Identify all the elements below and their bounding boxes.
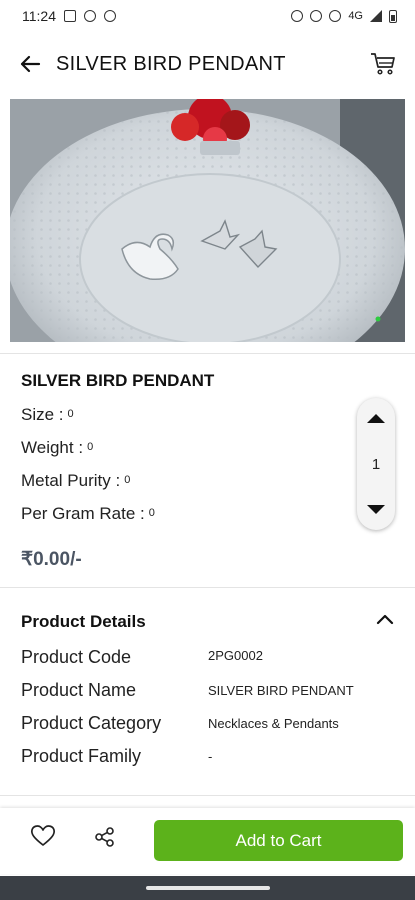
divider xyxy=(0,587,415,588)
divider xyxy=(0,353,415,354)
system-nav-bar xyxy=(0,876,415,900)
signal-icon xyxy=(370,10,382,22)
wishlist-heart-icon[interactable] xyxy=(30,824,56,850)
notification-icon xyxy=(64,10,76,22)
divider xyxy=(0,795,415,796)
product-image[interactable] xyxy=(10,99,405,342)
product-name-label: Product Name xyxy=(21,680,137,700)
quantity-increase-icon[interactable] xyxy=(367,414,385,423)
cart-icon[interactable] xyxy=(369,50,397,78)
alarm-icon xyxy=(291,10,304,22)
product-family-label: Product Family xyxy=(21,746,142,766)
status-time: 11:24 xyxy=(22,8,56,24)
product-family-value: - xyxy=(208,749,213,764)
metal-purity-row: Metal Purity :0 xyxy=(21,471,130,491)
share-icon[interactable] xyxy=(94,826,116,848)
bottom-action-bar: Add to Cart xyxy=(0,808,415,874)
weight-value: 0 xyxy=(87,441,94,453)
product-code-value: 2PG0002 xyxy=(208,648,263,663)
app-bar: SILVER BIRD PENDANT xyxy=(0,32,415,96)
product-name: SILVER BIRD PENDANT xyxy=(21,371,215,390)
quantity-stepper: 1 xyxy=(357,398,395,530)
price: ₹0.00/- xyxy=(21,549,82,570)
data-saver-icon xyxy=(104,10,116,22)
quantity-decrease-icon[interactable] xyxy=(367,505,385,514)
weight-label: Weight : xyxy=(21,438,84,457)
status-left: 11:24 xyxy=(22,8,116,24)
hotspot-icon xyxy=(329,10,342,22)
weight-row: Weight :0 xyxy=(21,438,93,458)
home-gesture-bar[interactable] xyxy=(146,886,270,890)
per-gram-rate-value: 0 xyxy=(148,507,155,519)
product-category-label: Product Category xyxy=(21,713,162,733)
vibrate-icon xyxy=(310,10,323,22)
back-arrow-icon[interactable] xyxy=(18,52,42,76)
product-photo xyxy=(10,99,405,342)
product-details-title: Product Details xyxy=(21,612,146,631)
battery-icon xyxy=(389,9,397,23)
add-to-cart-button[interactable]: Add to Cart xyxy=(154,820,403,861)
network-type: 4G xyxy=(348,10,363,22)
product-code-label: Product Code xyxy=(21,647,132,667)
per-gram-rate-label: Per Gram Rate : xyxy=(21,504,145,523)
per-gram-rate-row: Per Gram Rate :0 xyxy=(21,504,155,524)
page-title: SILVER BIRD PENDANT xyxy=(56,52,286,75)
quantity-value: 1 xyxy=(371,455,381,473)
metal-purity-value: 0 xyxy=(124,474,131,486)
status-right: 4G xyxy=(291,9,397,23)
status-bar: 11:24 4G xyxy=(0,0,415,32)
size-label: Size : xyxy=(21,405,64,424)
chevron-up-icon[interactable] xyxy=(374,610,396,628)
sync-icon xyxy=(84,10,96,22)
size-value: 0 xyxy=(67,408,74,420)
size-row: Size :0 xyxy=(21,405,74,425)
product-name-value: SILVER BIRD PENDANT xyxy=(208,683,354,698)
metal-purity-label: Metal Purity : xyxy=(21,471,121,490)
product-category-value: Necklaces & Pendants xyxy=(208,716,339,731)
